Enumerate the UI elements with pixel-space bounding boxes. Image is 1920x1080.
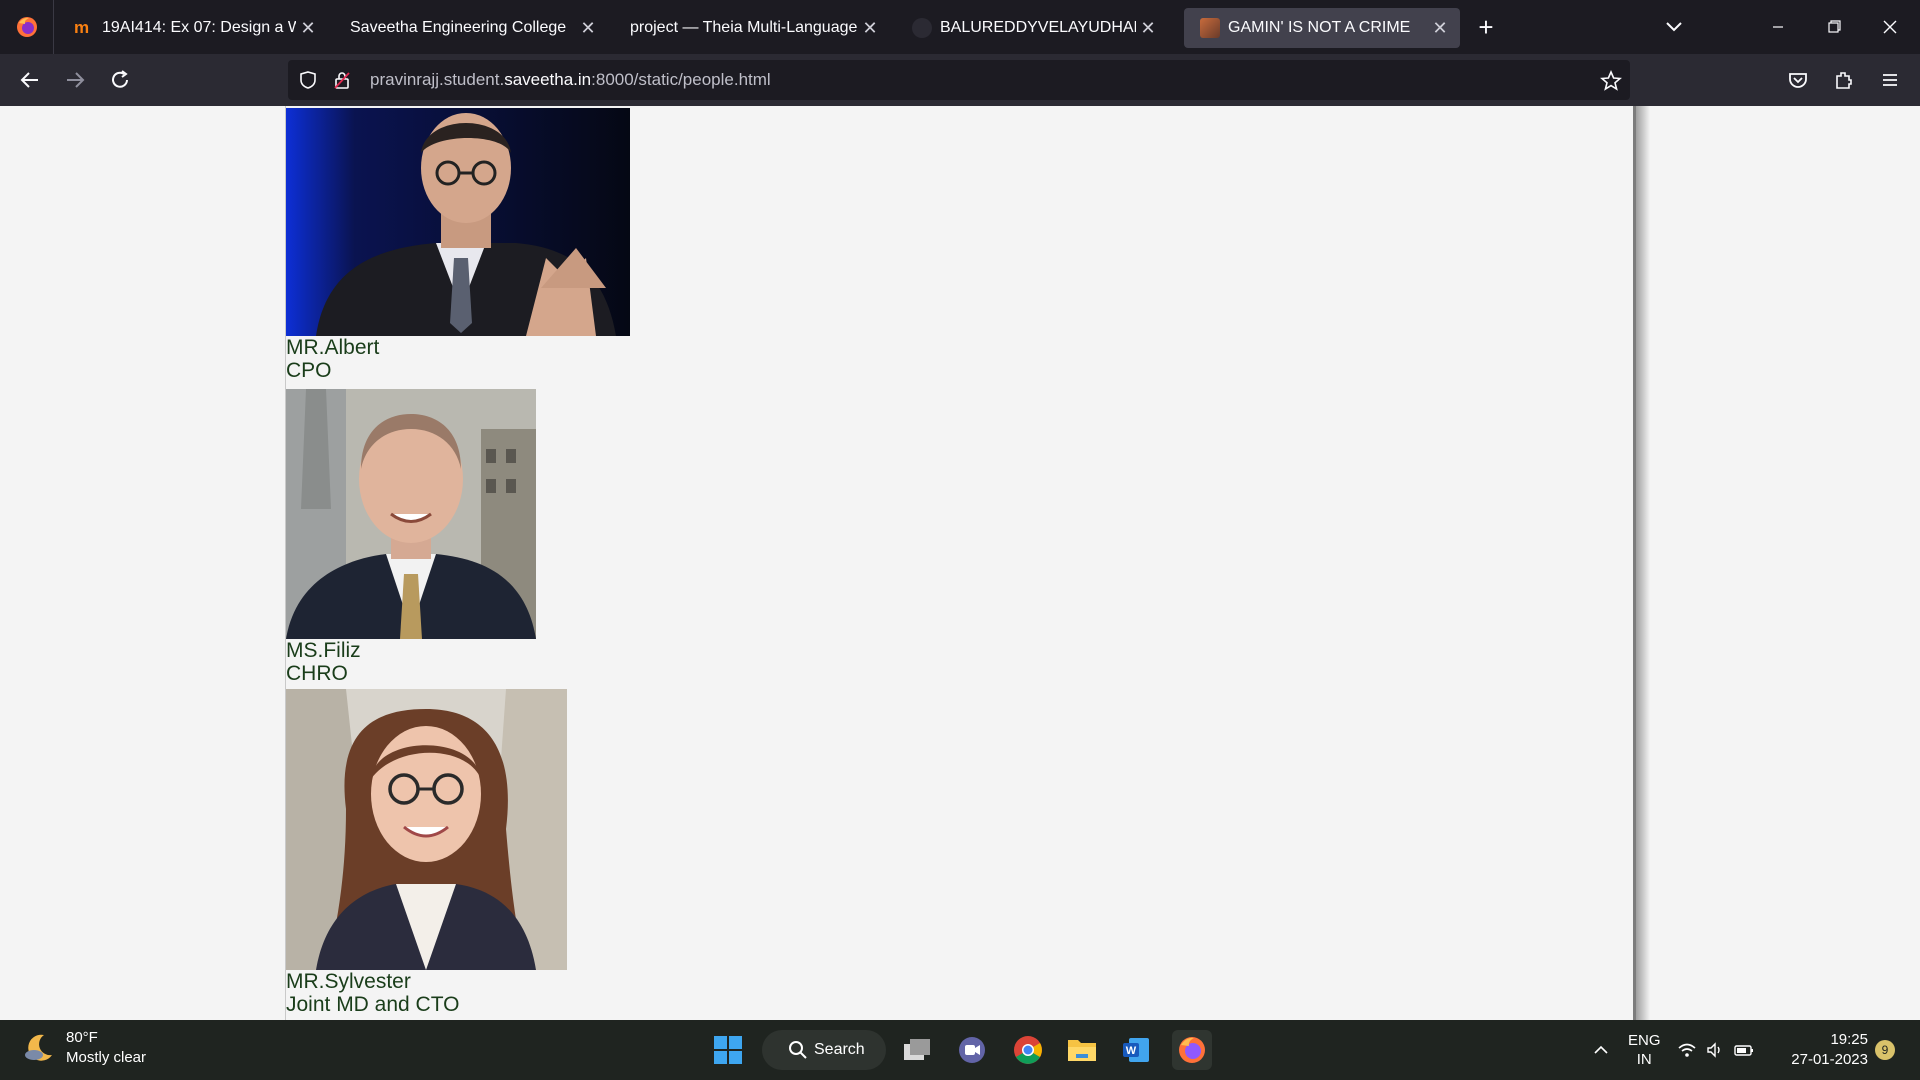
pocket-icon[interactable] [1780, 64, 1816, 96]
moodle-favicon-icon: m [74, 18, 90, 37]
search-label: Search [814, 1041, 865, 1058]
tab-1[interactable]: m 19AI414: Ex 07: Design a Websit ✕ [58, 8, 328, 48]
page-favicon-icon [1200, 18, 1220, 38]
tab-4[interactable]: BALUREDDYVELAYUDHAMGOW ✕ [896, 8, 1168, 48]
person-photo [286, 389, 536, 639]
svg-text:W: W [1126, 1045, 1137, 1057]
url-text: pravinrajj.student.saveetha.in:8000/stat… [370, 70, 771, 90]
close-icon[interactable]: ✕ [1428, 18, 1452, 39]
close-window-icon[interactable] [1870, 12, 1910, 42]
extensions-puzzle-icon[interactable] [1826, 64, 1862, 96]
word-icon[interactable]: W [1116, 1030, 1156, 1070]
person-name: MR.Albert [286, 336, 380, 359]
tab-title: BALUREDDYVELAYUDHAMGOW [940, 19, 1136, 36]
tab-title: Saveetha Engineering College [350, 19, 567, 36]
forward-arrow-icon[interactable] [57, 64, 93, 96]
chrome-icon[interactable] [1008, 1030, 1048, 1070]
battery-icon[interactable] [1733, 1041, 1755, 1059]
url-suffix: :8000/static/people.html [591, 70, 771, 89]
new-tab-plus-icon[interactable]: + [1468, 10, 1504, 46]
back-arrow-icon[interactable] [12, 64, 48, 96]
weather-widget[interactable]: 80°F Mostly clear [22, 1028, 146, 1068]
show-hidden-icons-chevron-up-icon[interactable] [1592, 1041, 1610, 1059]
clock-time: 19:25 [1830, 1031, 1868, 1048]
firefox-icon[interactable] [1172, 1030, 1212, 1070]
person-role: CPO [286, 359, 332, 382]
page-viewport: MR.Albert CPO MS.Filiz CHRO MR.Sylvester… [0, 106, 1920, 1020]
person-card: MR.Sylvester Joint MD and CTO [286, 689, 567, 1016]
person-card: MR.Albert CPO [286, 108, 630, 382]
address-bar[interactable]: pravinrajj.student.saveetha.in:8000/stat… [288, 60, 1630, 100]
tab-5-active[interactable]: GAMIN' IS NOT A CRIME ✕ [1184, 8, 1460, 48]
url-prefix: pravinrajj.student. [370, 70, 505, 89]
file-explorer-folder-icon[interactable] [1062, 1030, 1102, 1070]
windows-taskbar: 80°F Mostly clear Search W ENG IN 19:25 … [0, 1020, 1920, 1080]
url-domain: saveetha.in [504, 70, 592, 89]
person-photo [286, 689, 567, 970]
language-code: ENG [1628, 1032, 1661, 1049]
shield-icon[interactable] [298, 70, 318, 90]
person-card: MS.Filiz CHRO [286, 389, 536, 685]
weather-description: Mostly clear [66, 1049, 147, 1066]
close-icon[interactable]: ✕ [858, 18, 882, 39]
restore-icon[interactable] [1814, 12, 1854, 42]
clock-date: 27-01-2023 [1791, 1051, 1868, 1068]
clock[interactable]: 19:25 27-01-2023 [1790, 1030, 1868, 1070]
tab-title: project — Theia Multi-Language Ex [630, 19, 858, 36]
tab-title: GAMIN' IS NOT A CRIME [1228, 19, 1411, 36]
weather-temperature: 80°F [66, 1029, 98, 1046]
person-photo [286, 108, 630, 336]
firefox-view-icon[interactable] [0, 0, 54, 54]
insecure-lock-icon[interactable] [332, 70, 352, 90]
reload-icon[interactable] [102, 64, 138, 96]
minimize-icon[interactable] [1758, 12, 1798, 42]
person-name: MS.Filiz [286, 639, 361, 662]
close-icon[interactable]: ✕ [1136, 18, 1160, 39]
windows-start-icon[interactable] [708, 1030, 748, 1070]
teams-chat-icon[interactable] [952, 1030, 992, 1070]
tab-2[interactable]: Saveetha Engineering College ✕ [334, 8, 608, 48]
tab-title: 19AI414: Ex 07: Design a Websit [102, 19, 296, 36]
moon-weather-icon [25, 1034, 52, 1061]
tab-bar: m 19AI414: Ex 07: Design a Websit ✕ Save… [0, 0, 1920, 54]
github-favicon-icon [912, 18, 932, 38]
person-role: Joint MD and CTO [286, 993, 460, 1016]
content-shadow [1636, 106, 1650, 1020]
volume-icon[interactable] [1705, 1041, 1725, 1059]
notification-count-badge[interactable]: 9 [1875, 1040, 1895, 1060]
language-indicator[interactable]: ENG IN [1628, 1031, 1661, 1069]
person-name: MR.Sylvester [286, 970, 411, 993]
hamburger-menu-icon[interactable] [1872, 64, 1908, 96]
bookmark-star-icon[interactable] [1600, 70, 1622, 92]
close-icon[interactable]: ✕ [576, 18, 600, 39]
close-icon[interactable]: ✕ [296, 18, 320, 39]
system-tray: ENG IN [1592, 1020, 1755, 1080]
taskbar-search[interactable]: Search [762, 1030, 886, 1070]
task-view-icon[interactable] [898, 1030, 938, 1070]
region-code: IN [1636, 1051, 1652, 1068]
list-all-tabs-chevron-down-icon[interactable] [1656, 12, 1692, 42]
person-role: CHRO [286, 662, 348, 685]
search-icon [789, 1041, 807, 1059]
wifi-icon[interactable] [1677, 1041, 1697, 1059]
tab-3[interactable]: project — Theia Multi-Language Ex ✕ [614, 8, 890, 48]
